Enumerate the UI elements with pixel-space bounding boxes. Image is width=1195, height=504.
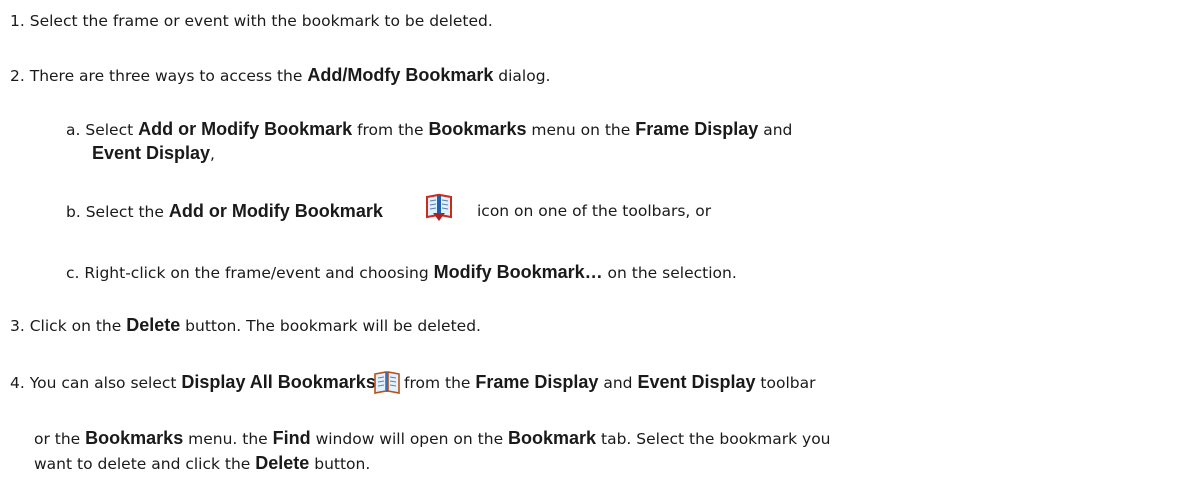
bold-term: Delete	[126, 315, 181, 335]
step-text: Select the frame or event with the bookm…	[29, 12, 493, 30]
step-4-cont: from the Frame Display and Event Display…	[404, 371, 816, 394]
step-text: menu on the	[526, 121, 636, 139]
substep-b: b. Select the Add or Modify Bookmark	[66, 200, 383, 223]
step-2: 2. There are three ways to access the Ad…	[10, 64, 551, 87]
step-text: or the	[34, 430, 86, 448]
bold-term: Bookmarks	[428, 119, 527, 139]
bold-term: Display All Bookmarks	[181, 372, 376, 392]
step-text: Select	[85, 121, 139, 139]
step-text: icon on one of the toolbars, or	[477, 202, 712, 220]
step-number: 2.	[10, 67, 25, 85]
step-text: window will open on the	[310, 430, 509, 448]
substep-letter: b.	[66, 203, 81, 221]
bold-term: Bookmark	[508, 428, 597, 448]
step-text: Select the	[85, 203, 169, 221]
bookmark-book-icon	[372, 370, 402, 396]
substep-c: c. Right-click on the frame/event and ch…	[66, 261, 737, 284]
step-1: 1. Select the frame or event with the bo…	[10, 10, 493, 32]
step-4: 4. You can also select Display All Bookm…	[10, 371, 376, 394]
bold-term: Event Display	[637, 372, 756, 392]
step-4-line-2: or the Bookmarks menu. the Find window w…	[34, 427, 831, 450]
step-text: tab. Select the bookmark you	[596, 430, 831, 448]
bold-term: Frame Display	[635, 119, 759, 139]
substep-letter: a.	[66, 121, 81, 139]
substep-letter: c.	[66, 264, 80, 282]
step-text: and	[598, 374, 638, 392]
bold-term: Event Display	[92, 143, 211, 163]
bookmark-book-arrow-icon	[423, 193, 455, 223]
step-number: 3.	[10, 317, 25, 335]
step-4-line-3: want to delete and click the Delete butt…	[34, 452, 370, 475]
step-text: You can also select	[29, 374, 182, 392]
step-text: toolbar	[755, 374, 816, 392]
step-3: 3. Click on the Delete button. The bookm…	[10, 314, 481, 337]
step-text: want to delete and click the	[34, 455, 256, 473]
substep-b-cont: icon on one of the toolbars, or	[477, 200, 711, 222]
bold-term: Modify Bookmark…	[433, 262, 603, 282]
step-text: dialog.	[493, 67, 551, 85]
step-number: 1.	[10, 12, 25, 30]
step-text: menu. the	[183, 430, 273, 448]
bold-term: Frame Display	[475, 372, 599, 392]
substep-a-cont: Event Display,	[92, 142, 215, 165]
bold-term: Find	[272, 428, 311, 448]
step-text: There are three ways to access the	[29, 67, 308, 85]
step-number: 4.	[10, 374, 25, 392]
step-text: and	[758, 121, 793, 139]
bold-term: Add or Modify Bookmark	[168, 201, 383, 221]
step-text: from the	[404, 374, 476, 392]
bold-term: Add or Modify Bookmark	[138, 119, 353, 139]
bold-term: Delete	[255, 453, 310, 473]
step-text: from the	[352, 121, 429, 139]
step-text: Right-click on the frame/event and choos…	[84, 264, 434, 282]
step-text: Click on the	[29, 317, 127, 335]
step-text: ,	[210, 145, 215, 163]
dialog-name: Add/Modfy Bookmark	[307, 65, 494, 85]
step-text: on the selection.	[602, 264, 737, 282]
step-text: button. The bookmark will be deleted.	[180, 317, 481, 335]
bold-term: Bookmarks	[85, 428, 184, 448]
step-text: button.	[309, 455, 371, 473]
substep-a: a. Select Add or Modify Bookmark from th…	[66, 118, 792, 141]
